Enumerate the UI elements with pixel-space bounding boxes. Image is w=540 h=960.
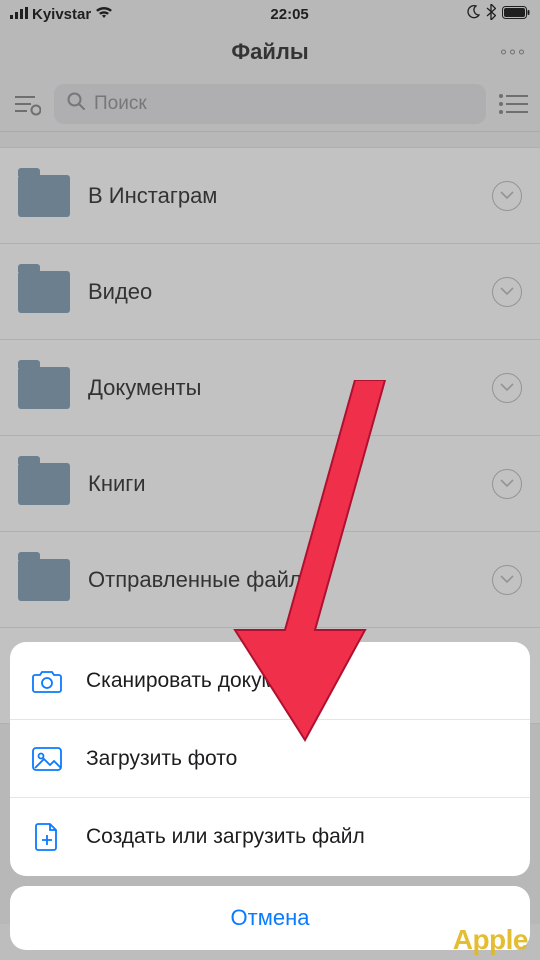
camera-icon	[30, 668, 64, 694]
file-plus-icon	[30, 822, 64, 852]
scan-document-button[interactable]: Сканировать документ	[10, 642, 530, 720]
cancel-button[interactable]: Отмена	[10, 886, 530, 950]
create-upload-label: Создать или загрузить файл	[86, 825, 365, 849]
upload-photo-button[interactable]: Загрузить фото	[10, 720, 530, 798]
upload-photo-label: Загрузить фото	[86, 747, 237, 771]
image-icon	[30, 746, 64, 772]
scan-label: Сканировать документ	[86, 669, 309, 693]
cancel-group: Отмена	[10, 886, 530, 950]
action-sheet-group: Сканировать документ Загрузить фото Созд…	[10, 642, 530, 876]
action-sheet: Сканировать документ Загрузить фото Созд…	[10, 642, 530, 950]
create-upload-button[interactable]: Создать или загрузить файл	[10, 798, 530, 876]
cancel-label: Отмена	[231, 905, 310, 931]
